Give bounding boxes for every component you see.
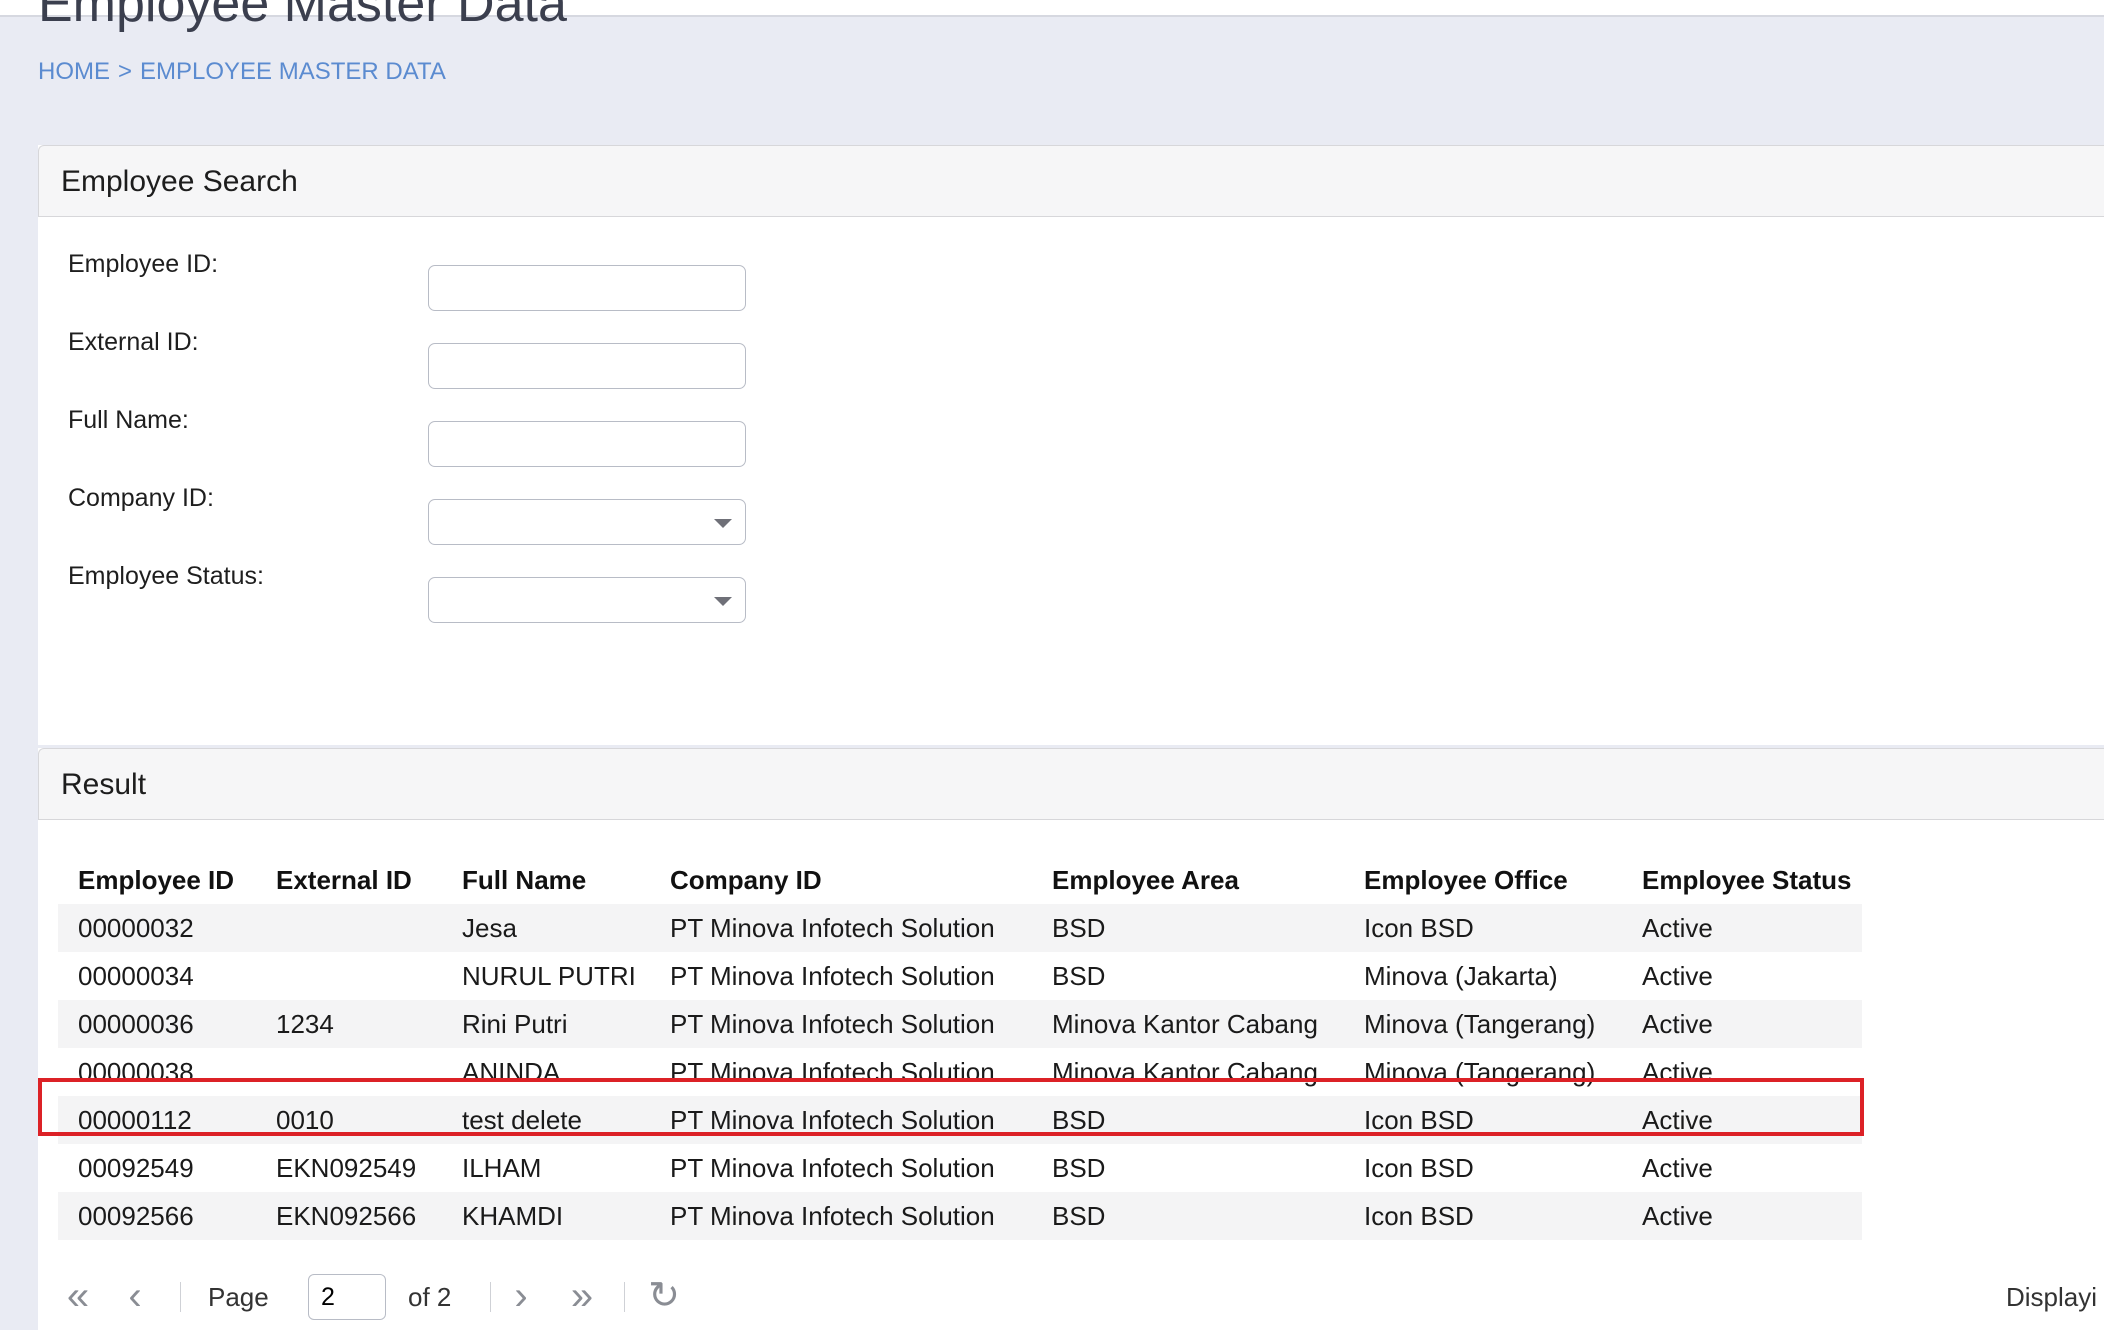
cell-company-id: PT Minova Infotech Solution [670,960,995,991]
cell-employee-id: 00000038 [78,1056,194,1087]
breadcrumb-home-link[interactable]: HOME [38,58,110,85]
cell-company-id: PT Minova Infotech Solution [650,1192,1032,1240]
next-page-icon[interactable]: › [506,1274,536,1318]
cell-employee-status: Active [1622,1000,1862,1048]
cell-employee-office: Icon BSD [1364,1152,1474,1183]
last-page-icon[interactable]: » [562,1274,602,1318]
cell-company-id: PT Minova Infotech Solution [650,1000,1032,1048]
employee-id-label: Employee ID: [68,250,219,278]
table-row[interactable]: 00092549 EKN092549 ILHAM PT Minova Infot… [58,1144,1862,1192]
company-id-label: Company ID: [68,484,214,512]
employee-search-header: Employee Search [38,145,2104,217]
cell-employee-area: BSD [1052,960,1106,991]
employee-search-panel: Employee Search Employee ID: External ID… [38,145,2104,745]
table-row[interactable]: 00000038 ANINDA PT Minova Infotech Solut… [58,1048,1862,1096]
prev-page-icon[interactable]: ‹ [120,1274,150,1318]
cell-employee-office: Minova (Jakarta) [1364,960,1558,991]
cell-employee-office: Minova (Tangerang) [1364,1056,1596,1087]
pager-divider [490,1282,491,1312]
cell-employee-id: 00000036 [58,1000,256,1048]
display-info-text: Displayi [2006,1282,2098,1312]
breadcrumb-separator: > [118,58,133,85]
company-id-select[interactable] [428,499,746,545]
cell-employee-office: Icon BSD [1344,904,1622,952]
cell-employee-status: Active [1642,1056,1713,1087]
cell-full-name: ANINDA [462,1056,561,1087]
result-panel: Result Employee ID External ID Full Name… [38,748,2104,1330]
cell-employee-id: 00092566 [58,1192,256,1240]
cell-company-id: PT Minova Infotech Solution [670,1056,995,1087]
column-header-employee-id[interactable]: Employee ID [58,856,256,904]
cell-employee-area: BSD [1032,904,1344,952]
column-header-employee-area[interactable]: Employee Area [1032,856,1344,904]
employee-result-table: Employee ID External ID Full Name Compan… [58,856,1862,1240]
cell-employee-status: Active [1642,960,1713,991]
employee-status-select[interactable] [428,577,746,623]
employee-id-input[interactable] [428,265,746,311]
cell-company-id: PT Minova Infotech Solution [650,904,1032,952]
cell-employee-id: 00092549 [78,1152,194,1183]
cell-employee-area: BSD [1032,1096,1344,1144]
cell-employee-status: Active [1622,1192,1862,1240]
table-row[interactable]: 00000034 NURUL PUTRI PT Minova Infotech … [58,952,1862,1000]
cell-company-id: PT Minova Infotech Solution [650,1096,1032,1144]
cell-employee-status: Active [1642,1152,1713,1183]
column-header-company-id[interactable]: Company ID [650,856,1032,904]
cell-full-name: NURUL PUTRI [462,960,636,991]
table-row[interactable]: 00000032 Jesa PT Minova Infotech Solutio… [58,904,1862,952]
full-name-input[interactable] [428,421,746,467]
cell-employee-area: BSD [1052,1152,1106,1183]
cell-employee-status: Active [1622,1096,1862,1144]
chevron-down-icon[interactable] [714,519,732,528]
cell-external-id: EKN092566 [256,1192,442,1240]
cell-full-name: KHAMDI [442,1192,650,1240]
cell-external-id: EKN092549 [276,1152,417,1183]
first-page-icon[interactable]: « [58,1274,98,1318]
external-id-label: External ID: [68,328,199,356]
column-header-employee-status[interactable]: Employee Status [1622,856,1862,904]
refresh-icon[interactable]: ↻ [644,1274,684,1318]
cell-employee-office: Minova (Tangerang) [1344,1000,1622,1048]
breadcrumb-current[interactable]: EMPLOYEE MASTER DATA [140,58,446,85]
cell-full-name: ILHAM [462,1152,542,1183]
column-header-external-id[interactable]: External ID [256,856,442,904]
column-header-employee-office[interactable]: Employee Office [1344,856,1622,904]
table-header-row: Employee ID External ID Full Name Compan… [58,856,1862,904]
employee-status-label: Employee Status: [68,562,264,590]
cell-full-name: Jesa [442,904,650,952]
result-header: Result [38,748,2104,820]
pager-divider [624,1282,625,1312]
breadcrumb: HOME > EMPLOYEE MASTER DATA [38,58,454,86]
table-row[interactable]: 00092566 EKN092566 KHAMDI PT Minova Info… [58,1192,1862,1240]
cell-full-name: Rini Putri [442,1000,650,1048]
cell-employee-status: Active [1622,904,1862,952]
cell-full-name: test delete [442,1096,650,1144]
cell-external-id [256,1048,442,1096]
pagination-toolbar: « ‹ Page of 2 › » ↻ Displayi [38,1270,2104,1330]
page-label: Page [208,1282,269,1312]
full-name-label: Full Name: [68,406,189,434]
external-id-input[interactable] [428,343,746,389]
cell-employee-office: Icon BSD [1344,1096,1622,1144]
page-number-input[interactable] [308,1274,386,1320]
cell-external-id: 0010 [256,1096,442,1144]
cell-external-id [256,952,442,1000]
cell-company-id: PT Minova Infotech Solution [670,1152,995,1183]
cell-employee-area: Minova Kantor Cabang [1052,1056,1318,1087]
cell-employee-office: Icon BSD [1344,1192,1622,1240]
cell-external-id: 1234 [256,1000,442,1048]
cell-employee-id: 00000032 [58,904,256,952]
cell-employee-id: 00000034 [78,960,194,991]
cell-employee-id: 00000112 [58,1096,256,1144]
page-count-label: of 2 [408,1282,452,1312]
cell-employee-area: Minova Kantor Cabang [1032,1000,1344,1048]
page-title: Employee Master Data [38,0,567,33]
cell-employee-area: BSD [1032,1192,1344,1240]
table-row-highlighted[interactable]: 00000112 0010 test delete PT Minova Info… [58,1096,1862,1144]
chevron-down-icon[interactable] [714,597,732,606]
cell-external-id [256,904,442,952]
table-row[interactable]: 00000036 1234 Rini Putri PT Minova Infot… [58,1000,1862,1048]
pager-divider [180,1282,181,1312]
column-header-full-name[interactable]: Full Name [442,856,650,904]
